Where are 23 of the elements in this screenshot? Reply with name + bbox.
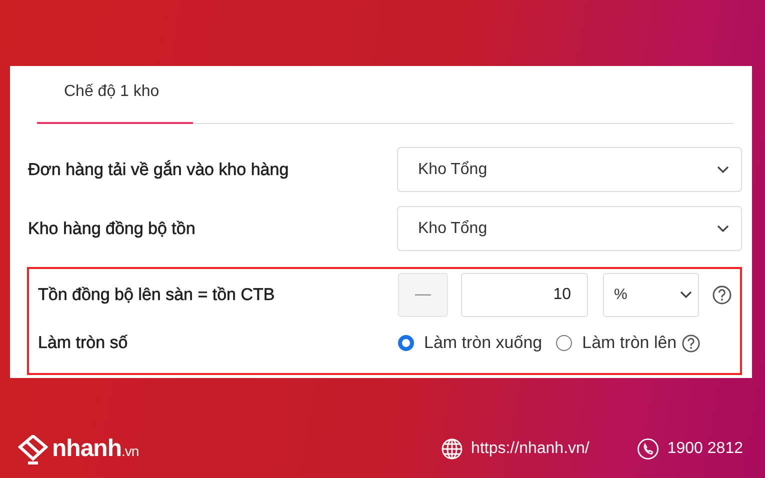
help-icon[interactable]: [680, 334, 701, 352]
globe-icon: [441, 438, 464, 460]
dropdown[interactable]: Kho Tổng: [397, 206, 742, 251]
brand-logo[interactable]: nhanh.vn: [18, 431, 139, 467]
chevron-down-icon: [717, 224, 729, 232]
website-link[interactable]: https://nhanh.vn/: [441, 437, 590, 461]
setting-label: Làm tròn số: [37, 332, 129, 354]
help-icon[interactable]: [712, 285, 732, 305]
setting-label: Tồn đồng bộ lên sàn = tồn CTB: [37, 284, 276, 306]
tab[interactable]: Chế độ 1 kho: [37, 80, 193, 124]
logo-icon: [18, 435, 48, 467]
setting-label: Đơn hàng tải về gắn vào kho hàng: [27, 158, 290, 181]
radio-option[interactable]: Làm tròn xuống: [398, 330, 542, 356]
unit-dropdown[interactable]: %: [603, 273, 699, 317]
dropdown[interactable]: Kho Tổng: [397, 147, 742, 192]
phone-link[interactable]: 1900 2812: [637, 437, 743, 461]
setting-label: Kho hàng đồng bộ tồn: [27, 218, 196, 240]
chevron-down-icon: [717, 166, 729, 174]
radio-option[interactable]: Làm tròn lên: [556, 330, 677, 356]
chevron-down-icon: [680, 291, 692, 299]
brand-name: nhanh.vn: [52, 434, 139, 464]
number-field[interactable]: 10: [461, 273, 588, 317]
phone-icon: [637, 438, 660, 460]
